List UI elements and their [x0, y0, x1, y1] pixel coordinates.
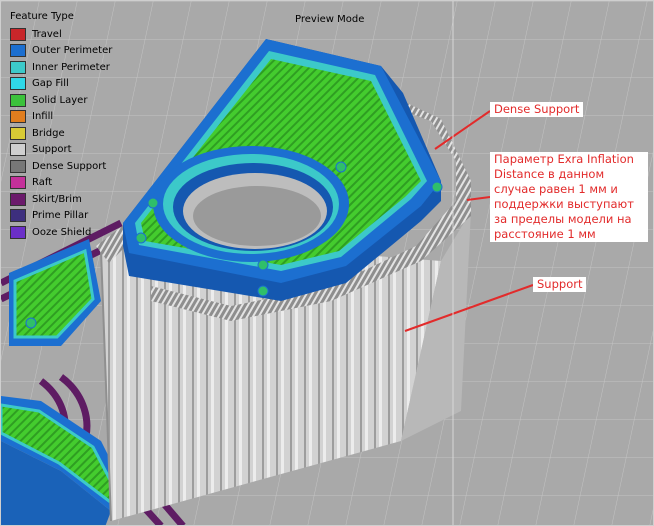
legend-swatch [10, 44, 26, 58]
legend-item-label: Gap Fill [32, 78, 69, 90]
legend-item-label: Prime Pillar [32, 210, 89, 222]
legend-item-label: Support [32, 144, 72, 156]
legend-item-label: Ooze Shield [32, 226, 92, 238]
legend-item: Solid Layer [10, 92, 112, 109]
legend-item: Dense Support [10, 158, 112, 175]
legend-swatch [10, 192, 26, 206]
legend-swatch [10, 93, 26, 107]
dense-support-callout: Dense Support [490, 102, 584, 117]
legend-item: Gap Fill [10, 76, 112, 93]
legend-swatch [10, 77, 26, 91]
legend-item-label: Skirt/Brim [32, 193, 82, 205]
legend-swatch [10, 209, 26, 223]
legend-swatch [10, 159, 26, 173]
legend-item-label: Solid Layer [32, 94, 88, 106]
legend-item-label: Outer Perimeter [32, 45, 113, 57]
preview-mode-label: Preview Mode [295, 14, 365, 25]
legend-item: Raft [10, 175, 112, 192]
legend-item: Skirt/Brim [10, 191, 112, 208]
inflation-distance-callout: Параметр Exra Inflation Distance в данно… [490, 152, 648, 242]
legend-item-label: Infill [32, 111, 54, 123]
legend-item: Prime Pillar [10, 208, 112, 225]
feature-type-legend: Feature Type Travel Outer Perimeter Inner … [10, 11, 112, 241]
legend-item-label: Raft [32, 177, 53, 189]
legend-item: Inner Perimeter [10, 59, 112, 76]
legend-swatch [10, 126, 26, 140]
legend-item: Travel [10, 26, 112, 43]
preview-window: Feature Type Travel Outer Perimeter Inner … [0, 0, 654, 526]
legend-swatch [10, 110, 26, 124]
legend-item-label: Dense Support [32, 160, 107, 172]
legend-item: Infill [10, 109, 112, 126]
legend-item: Bridge [10, 125, 112, 142]
legend-swatch [10, 27, 26, 41]
legend-item-label: Bridge [32, 127, 65, 139]
legend-swatch [10, 225, 26, 239]
legend-title: Feature Type [10, 11, 74, 22]
legend-item-label: Travel [32, 28, 62, 40]
legend-swatch [10, 143, 26, 157]
legend-swatch [10, 176, 26, 190]
legend-item-label: Inner Perimeter [32, 61, 110, 73]
legend-items: Travel Outer Perimeter Inner Perimeter Gap … [10, 26, 112, 241]
legend-swatch [10, 60, 26, 74]
legend-item: Outer Perimeter [10, 43, 112, 60]
legend-item: Support [10, 142, 112, 159]
support-callout: Support [533, 277, 587, 292]
legend-item: Ooze Shield [10, 224, 112, 241]
